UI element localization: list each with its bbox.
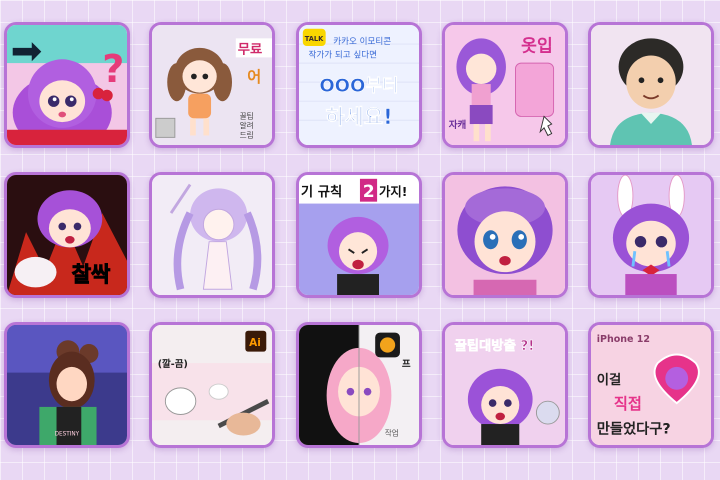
thumb15-text-4: 만들었다구? bbox=[597, 420, 671, 438]
thumbnail-15[interactable]: iPhone 12 이걸 직접 만들었다구? bbox=[588, 322, 714, 448]
thumb3-line-4: 하세요! bbox=[325, 105, 392, 129]
thumb15-text-3: 직접 bbox=[614, 395, 642, 413]
thumbnail-10[interactable] bbox=[588, 172, 714, 298]
thumb8-text-2: 2 bbox=[363, 182, 375, 202]
thumb2-text-4: 알려 bbox=[240, 120, 254, 130]
svg-text:Ai: Ai bbox=[249, 337, 261, 349]
thumb15-text-1: iPhone 12 bbox=[597, 334, 650, 345]
thumb2-text-5: 드림 bbox=[240, 130, 254, 139]
thumb4-sub: 자캐 bbox=[449, 119, 467, 131]
thumb3-line-2: 작가가 되고 싶다면 bbox=[309, 49, 377, 60]
thumb8-text-3: 가지! bbox=[379, 184, 407, 199]
thumb6-text: 찰싹 bbox=[72, 263, 111, 287]
thumb12-text: (깔-끔) bbox=[158, 358, 188, 370]
thumbnail-14[interactable]: 꿀팁대방출 ?! bbox=[442, 322, 568, 448]
thumbnail-2[interactable]: 무료 어 꿀팁 알려 드림 bbox=[149, 22, 275, 148]
thumb15-text-2: 이걸 bbox=[597, 371, 622, 388]
thumbnail-7[interactable] bbox=[149, 172, 275, 298]
thumb4-title: 옷입 bbox=[521, 36, 553, 57]
thumbnail-1[interactable]: ? bbox=[4, 22, 130, 148]
thumbnail-5[interactable] bbox=[588, 22, 714, 148]
thumbnail-13[interactable]: 프 작업 bbox=[296, 322, 422, 448]
thumbnail-8[interactable]: 기 규칙 2 가지! bbox=[296, 172, 422, 298]
thumbnail-6[interactable]: 찰싹 bbox=[4, 172, 130, 298]
thumbnail-12[interactable]: Ai (깔-끔) bbox=[149, 322, 275, 448]
thumbnail-grid: ? 무료 어 꿀팁 알려 드림 TALK 카카오 이모티콘 작가가 되고 싶다면… bbox=[0, 22, 720, 462]
thumb2-text-1: 무료 bbox=[238, 42, 263, 58]
thumb2-text-3: 꿀팁 bbox=[240, 111, 254, 120]
thumbnail-3[interactable]: TALK 카카오 이모티콘 작가가 되고 싶다면 OOO부터 하세요! bbox=[296, 22, 422, 148]
thumb3-line-1: 카카오 이모티콘 bbox=[333, 36, 391, 47]
thumbnail-9[interactable] bbox=[442, 172, 568, 298]
thumb8-text-1: 기 규칙 bbox=[301, 184, 342, 200]
thumb11-text: DESTINY bbox=[55, 431, 80, 437]
thumb2-text-2: 어 bbox=[247, 68, 261, 86]
thumb13-text-1: 프 bbox=[402, 359, 411, 370]
svg-text:TALK: TALK bbox=[305, 35, 324, 43]
thumb13-text-2: 작업 bbox=[385, 427, 399, 437]
thumb14-text: 꿀팁대방출 ?! bbox=[455, 337, 535, 354]
thumbnail-11[interactable]: DESTINY bbox=[4, 322, 130, 448]
question-mark-icon: ? bbox=[102, 47, 124, 91]
thumb3-line-3: OOO부터 bbox=[319, 76, 398, 97]
thumbnail-4[interactable]: 옷입 자캐 bbox=[442, 22, 568, 148]
